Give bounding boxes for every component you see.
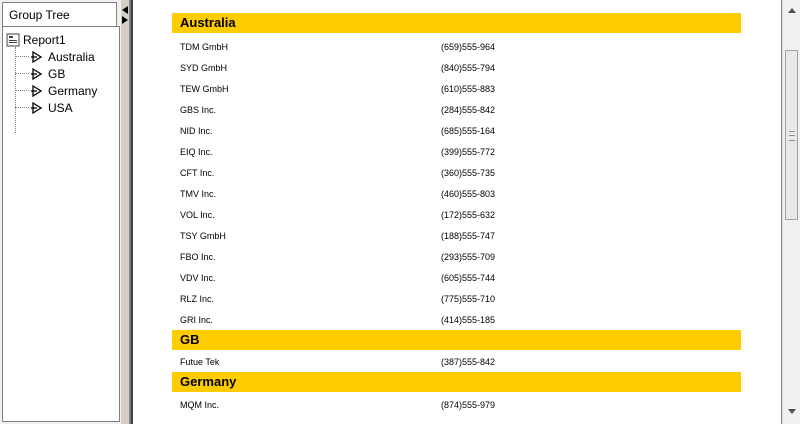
- table-row: NID Inc. (685)555-164: [180, 124, 740, 140]
- company-name: TEW GmbH: [180, 84, 229, 94]
- report-viewer-window: Group Tree Report1 Australia GB Germany …: [0, 0, 800, 424]
- phone-number: (188)555-747: [441, 231, 496, 241]
- table-row: FBO Inc. (293)555-709: [180, 250, 740, 266]
- group-header-germany: Germany: [172, 372, 741, 392]
- tree-item-germany[interactable]: Germany: [15, 83, 97, 99]
- expand-right-arrow-icon[interactable]: [122, 16, 128, 24]
- table-row: VOL Inc. (172)555-632: [180, 208, 740, 224]
- group-node-icon: [31, 51, 43, 63]
- company-name: TDM GmbH: [180, 42, 228, 52]
- scroll-down-button[interactable]: [783, 403, 800, 420]
- report-frame: Australia TDM GmbH (659)555-964 SYD GmbH…: [129, 0, 800, 424]
- table-row: CFT Inc. (360)555-735: [180, 166, 740, 182]
- arrow-up-icon: [787, 8, 796, 13]
- table-row: MQM Inc. (874)555-979: [180, 398, 740, 414]
- tree-item-label: Germany: [48, 84, 98, 98]
- phone-number: (874)555-979: [441, 400, 496, 410]
- tree-item-australia[interactable]: Australia: [15, 49, 95, 65]
- report-icon: [6, 33, 20, 47]
- company-name: Futue Tek: [180, 357, 220, 367]
- company-name: VOL Inc.: [180, 210, 215, 220]
- company-name: TSY GmbH: [180, 231, 226, 241]
- phone-number: (605)555-744: [441, 273, 496, 283]
- table-row: GRI Inc. (414)555-185: [180, 313, 740, 329]
- table-row: TEW GmbH (610)555-883: [180, 82, 740, 98]
- phone-number: (460)555-803: [441, 189, 496, 199]
- group-header-gb: GB: [172, 330, 741, 350]
- tree-item-usa[interactable]: USA: [15, 100, 73, 116]
- group-node-icon: [31, 85, 43, 97]
- company-name: EIQ Inc.: [180, 147, 213, 157]
- group-node-icon: [31, 68, 43, 80]
- phone-number: (284)555-842: [441, 105, 496, 115]
- group-header-australia: Australia: [172, 13, 741, 33]
- phone-number: (399)555-772: [441, 147, 496, 157]
- tree-item-gb[interactable]: GB: [15, 66, 65, 82]
- phone-number: (293)555-709: [441, 252, 496, 262]
- company-name: NID Inc.: [180, 126, 213, 136]
- table-row: EIQ Inc. (399)555-772: [180, 145, 740, 161]
- phone-number: (414)555-185: [441, 315, 496, 325]
- group-tree-panel: Group Tree Report1 Australia GB Germany …: [0, 0, 122, 424]
- tree-connector: [15, 56, 29, 58]
- phone-number: (775)555-710: [441, 294, 496, 304]
- phone-number: (610)555-883: [441, 84, 496, 94]
- grip-icon: [789, 131, 795, 141]
- company-name: MQM Inc.: [180, 400, 220, 410]
- table-row: Futue Tek (387)555-842: [180, 355, 740, 371]
- phone-number: (172)555-632: [441, 210, 496, 220]
- table-row: SYD GmbH (840)555-794: [180, 61, 740, 77]
- phone-number: (360)555-735: [441, 168, 496, 178]
- company-name: GBS Inc.: [180, 105, 217, 115]
- phone-number: (387)555-842: [441, 357, 496, 367]
- company-name: RLZ Inc.: [180, 294, 215, 304]
- tree-root-label: Report1: [23, 33, 66, 47]
- group-tree: Report1 Australia GB Germany USA: [2, 26, 120, 422]
- table-row: RLZ Inc. (775)555-710: [180, 292, 740, 308]
- table-row: GBS Inc. (284)555-842: [180, 103, 740, 119]
- panel-splitter[interactable]: [121, 0, 129, 424]
- tree-connector: [15, 73, 29, 75]
- arrow-down-icon: [787, 409, 796, 414]
- table-row: TSY GmbH (188)555-747: [180, 229, 740, 245]
- company-name: CFT Inc.: [180, 168, 215, 178]
- vertical-scrollbar[interactable]: [782, 0, 800, 424]
- phone-number: (840)555-794: [441, 63, 496, 73]
- company-name: FBO Inc.: [180, 252, 216, 262]
- tab-group-tree[interactable]: Group Tree: [2, 2, 117, 26]
- company-name: GRI Inc.: [180, 315, 214, 325]
- company-name: VDV Inc.: [180, 273, 216, 283]
- tree-item-label: GB: [48, 67, 66, 81]
- tree-item-label: Australia: [48, 50, 95, 64]
- table-row: TDM GmbH (659)555-964: [180, 40, 740, 56]
- table-row: VDV Inc. (605)555-744: [180, 271, 740, 287]
- company-name: SYD GmbH: [180, 63, 228, 73]
- tree-connector: [15, 107, 29, 109]
- group-node-icon: [31, 102, 43, 114]
- table-row: TMV Inc. (460)555-803: [180, 187, 740, 203]
- report-page: Australia TDM GmbH (659)555-964 SYD GmbH…: [131, 0, 781, 424]
- company-name: TMV Inc.: [180, 189, 217, 199]
- scroll-up-button[interactable]: [783, 2, 800, 19]
- tree-item-label: USA: [48, 101, 73, 115]
- phone-number: (685)555-164: [441, 126, 496, 136]
- tree-connector: [15, 90, 29, 92]
- collapse-left-arrow-icon[interactable]: [122, 6, 128, 14]
- phone-number: (659)555-964: [441, 42, 496, 52]
- scrollbar-thumb[interactable]: [785, 50, 798, 220]
